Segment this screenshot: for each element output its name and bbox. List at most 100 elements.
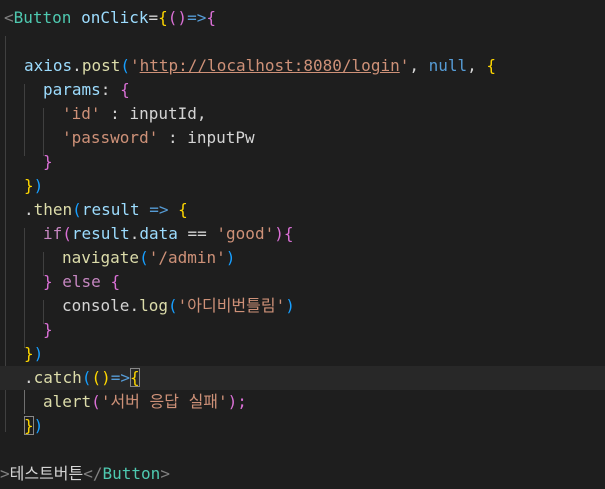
colon: : — [100, 104, 130, 123]
brace: { — [206, 8, 216, 27]
code-line[interactable]: alert('서버 응답 실패'); — [0, 390, 605, 414]
code-line[interactable]: console.log('아디비번틀림') — [0, 294, 605, 318]
parameter: result — [81, 200, 140, 219]
code-line[interactable]: <Button onClick={()=>{ — [0, 6, 605, 30]
brace-match-highlight: { — [129, 368, 140, 387]
jsx-close-angle: > — [160, 464, 170, 483]
identifier: axios — [24, 56, 73, 75]
jsx-close-tag-open: </ — [83, 464, 103, 483]
paren: ) — [33, 416, 44, 435]
string-literal: 'id' — [62, 104, 101, 123]
method-name: catch — [33, 368, 82, 387]
dot: . — [24, 368, 34, 387]
paren: ( — [120, 56, 130, 75]
code-line[interactable]: } else { — [0, 270, 605, 294]
string-quote: ' — [129, 56, 140, 75]
paren: ( — [139, 248, 149, 267]
method-name: log — [139, 296, 168, 315]
paren: ); — [227, 392, 247, 411]
property-name: params — [43, 80, 101, 99]
identifier: inputPw — [187, 128, 255, 147]
brace: } — [43, 272, 53, 291]
paren: ( — [62, 224, 72, 243]
code-line[interactable]: if(result.data == 'good'){ — [0, 222, 605, 246]
dot: . — [129, 296, 140, 315]
dot: . — [72, 56, 82, 75]
arrow: => — [139, 200, 179, 219]
code-line[interactable]: }) — [0, 414, 605, 438]
code-line[interactable]: axios.post('http://localhost:8080/login'… — [0, 54, 605, 78]
code-line[interactable]: } — [0, 318, 605, 342]
code-editor[interactable]: <Button onClick={()=>{ axios.post('http:… — [0, 0, 605, 489]
method-name: then — [33, 200, 73, 219]
attribute-name: onClick — [81, 8, 149, 27]
operator: == — [177, 224, 217, 243]
paren: ) — [33, 176, 44, 195]
code-line[interactable]: params: { — [0, 78, 605, 102]
paren: ) — [285, 296, 295, 315]
brace-match-highlight: } — [24, 416, 34, 435]
identifier: result — [71, 224, 130, 243]
arrow: => — [110, 368, 130, 387]
equals-sign: = — [148, 8, 159, 27]
jsx-open-angle: < — [4, 8, 14, 27]
brace: { — [110, 272, 121, 291]
colon: : — [158, 128, 188, 147]
code-line[interactable]: }) — [0, 174, 605, 198]
brace: } — [43, 320, 53, 339]
paren: ( — [91, 392, 101, 411]
string-literal: '아디비번틀림' — [177, 296, 286, 315]
comma: , — [409, 56, 429, 75]
keyword: if — [43, 224, 63, 243]
paren: ( — [167, 296, 178, 315]
brace: { — [486, 56, 497, 75]
code-line-active[interactable]: .catch(()=>{ — [0, 366, 605, 390]
brace: } — [24, 344, 34, 363]
brace: } — [24, 176, 34, 195]
code-line[interactable]: >테스트버튼</Button> — [0, 462, 605, 486]
paren: () — [167, 8, 188, 27]
string-literal: 'good' — [216, 224, 275, 243]
method-name: post — [81, 56, 121, 75]
code-line[interactable]: 'password' : inputPw — [0, 126, 605, 150]
identifier: console — [62, 296, 130, 315]
string-literal: 'password' — [62, 128, 159, 147]
paren: () — [91, 368, 111, 387]
comma: , — [467, 56, 487, 75]
string-literal: '서버 응답 실패' — [100, 392, 228, 411]
paren: ( — [81, 368, 92, 387]
property-name: data — [139, 224, 178, 243]
function-name: navigate — [62, 248, 140, 267]
string-quote: ' — [399, 56, 410, 75]
function-name: alert — [43, 392, 92, 411]
code-line[interactable]: 'id' : inputId, — [0, 102, 605, 126]
jsx-text: 테스트버튼 — [9, 464, 84, 483]
brace: { — [158, 8, 168, 27]
identifier: inputId — [129, 104, 197, 123]
component-name: Button — [13, 8, 72, 27]
paren: ) — [225, 248, 236, 267]
code-line[interactable]: navigate('/admin') — [0, 246, 605, 270]
dot: . — [24, 200, 34, 219]
comma: , — [196, 104, 207, 123]
string-literal: '/admin' — [148, 248, 226, 267]
url-link[interactable]: http://localhost:8080/login — [140, 56, 400, 75]
arrow: => — [187, 8, 207, 27]
brace: } — [43, 152, 53, 171]
dot: . — [129, 224, 140, 243]
code-line[interactable]: }) — [0, 342, 605, 366]
null-keyword: null — [428, 56, 468, 75]
code-line[interactable]: .then(result => { — [0, 198, 605, 222]
brace: { — [178, 200, 188, 219]
jsx-close-angle: > — [0, 464, 10, 483]
paren: ) — [274, 224, 284, 243]
keyword: else — [52, 272, 111, 291]
component-name: Button — [102, 464, 161, 483]
paren: ) — [33, 344, 44, 363]
paren: ( — [72, 200, 82, 219]
brace: { — [120, 80, 130, 99]
colon: : — [100, 80, 121, 99]
code-line[interactable]: } — [0, 150, 605, 174]
brace: { — [283, 224, 294, 243]
